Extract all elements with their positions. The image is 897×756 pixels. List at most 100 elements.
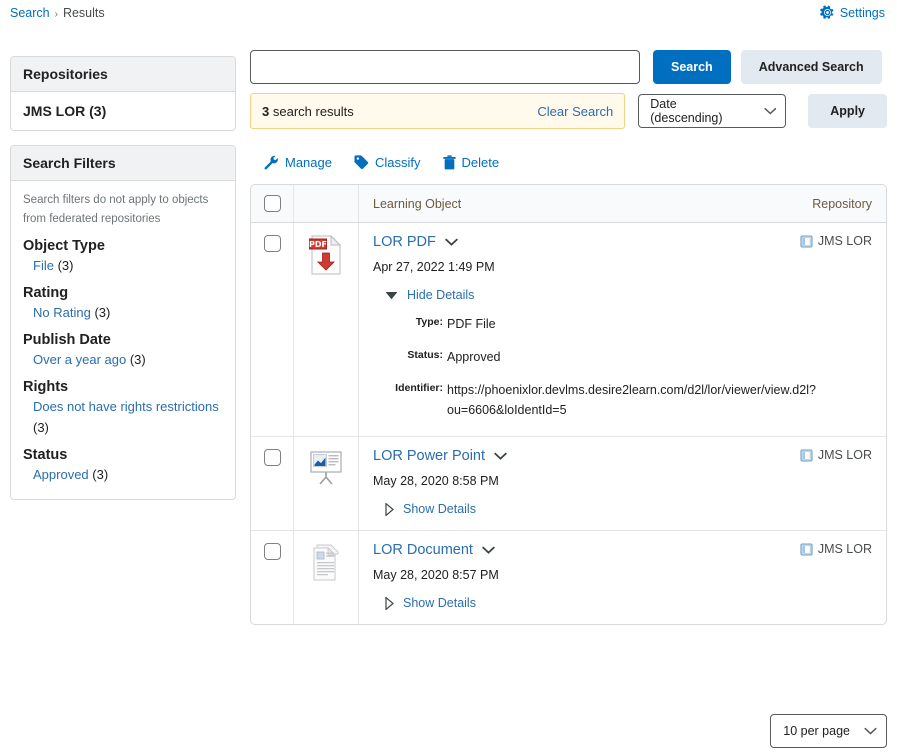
repositories-title: Repositories (11, 57, 235, 92)
filter-count-file: (3) (57, 257, 74, 273)
detail-status: Status: Approved (385, 347, 872, 367)
manage-label: Manage (285, 155, 332, 170)
results-count: 3 (262, 103, 270, 119)
row-icon-cell: PDF (294, 223, 359, 436)
filter-group-rating: Rating (23, 285, 69, 302)
apply-button[interactable]: Apply (808, 94, 887, 128)
row-icon-cell (294, 437, 359, 530)
row-select-cell (251, 223, 294, 436)
detail-type-value: PDF File (447, 317, 496, 331)
chevron-down-icon[interactable] (445, 238, 458, 247)
row-checkbox[interactable] (263, 235, 281, 252)
row-body: LOR Power Point JMS LOR May 28, 2020 8:5… (359, 437, 886, 530)
delete-button[interactable]: Delete (442, 155, 500, 170)
trash-icon (442, 155, 456, 170)
filter-link-rights-restrictions[interactable]: Does not have rights restrictions (33, 399, 219, 414)
triangle-right-icon (385, 596, 394, 610)
breadcrumb-search-link[interactable]: Search (10, 6, 50, 20)
repository-item-jms-lor[interactable]: JMS LOR (3) (11, 92, 235, 130)
detail-type-label: Type: (415, 316, 443, 328)
row-repository-label: JMS LOR (817, 234, 872, 248)
show-details-toggle[interactable]: Show Details (373, 596, 872, 610)
sort-select-value: Date (descending) (650, 97, 723, 125)
classify-button[interactable]: Classify (354, 155, 421, 170)
repository-icon (800, 448, 813, 462)
filter-count-no-rating: (3) (94, 305, 111, 321)
row-icon-cell (294, 531, 359, 624)
advanced-search-button[interactable]: Advanced Search (740, 50, 882, 84)
search-filters-panel: Search Filters Search filters do not app… (10, 145, 236, 500)
row-checkbox[interactable] (263, 543, 281, 560)
row-checkbox[interactable] (263, 449, 281, 466)
details-toggle-label: Show Details (403, 596, 476, 610)
settings-button[interactable]: Settings (819, 5, 885, 20)
filter-count-over-a-year-ago: (3) (129, 352, 146, 368)
svg-text:PDF: PDF (309, 240, 327, 249)
row-date: May 28, 2020 8:58 PM (373, 474, 499, 488)
breadcrumb-current: Results (62, 6, 105, 20)
show-details-toggle[interactable]: Show Details (373, 502, 872, 516)
search-filters-title: Search Filters (11, 146, 235, 181)
row-body: LOR PDF JMS LOR Apr 27, 2022 1:49 PM Hid… (359, 223, 886, 436)
header-learning-object: Learning Object (373, 196, 462, 211)
detail-status-value: Approved (447, 350, 501, 364)
filter-group-status: Status (23, 446, 68, 463)
chevron-down-icon (764, 107, 776, 115)
filter-option-rights-restrictions: Does not have rights restrictions (3) (23, 397, 223, 437)
per-page-value: 10 per page (783, 724, 850, 738)
delete-label: Delete (461, 155, 500, 170)
gear-icon (819, 5, 834, 19)
learning-object-title[interactable]: LOR Document (373, 542, 473, 558)
breadcrumb: Search › Results (10, 6, 105, 20)
pagination-footer: 10 per page (250, 714, 887, 748)
table-row: PDF LOR PDF JMS LOR Apr 27, 2022 1:49 PM… (251, 223, 886, 437)
pdf-file-icon: PDF (309, 235, 342, 275)
learning-object-title[interactable]: LOR PDF (373, 234, 436, 250)
search-button[interactable]: Search (653, 50, 731, 84)
row-top: LOR Document JMS LOR (373, 542, 872, 558)
learning-object-title[interactable]: LOR Power Point (373, 448, 485, 464)
filter-option-no-rating: No Rating (3) (23, 303, 223, 323)
filter-link-file[interactable]: File (33, 258, 54, 273)
triangle-down-icon (385, 291, 398, 299)
row-details: Type: PDF File Status: Approved Identifi… (373, 314, 872, 420)
row-repository: JMS LOR (800, 448, 872, 462)
row-body: LOR Document JMS LOR May 28, 2020 8:57 P… (359, 531, 886, 624)
results-label: search results (272, 103, 354, 119)
document-file-icon (313, 544, 339, 581)
row-repository: JMS LOR (800, 542, 872, 556)
repositories-panel: Repositories JMS LOR (3) (10, 56, 236, 131)
row-select-cell (251, 531, 294, 624)
hide-details-toggle[interactable]: Hide Details (373, 288, 872, 302)
powerpoint-file-icon (310, 451, 342, 485)
filter-group-publish-date: Publish Date (23, 332, 111, 349)
row-select-cell (251, 437, 294, 530)
filter-count-rights-restrictions: (3) (33, 419, 49, 435)
per-page-select[interactable]: 10 per page (770, 714, 887, 748)
chevron-down-icon[interactable] (494, 452, 507, 461)
main-content: Search Advanced Search 3 search results … (250, 50, 887, 625)
search-input[interactable] (250, 50, 640, 84)
settings-label: Settings (839, 5, 885, 20)
row-repository-label: JMS LOR (817, 448, 872, 462)
row-date: Apr 27, 2022 1:49 PM (373, 260, 495, 274)
breadcrumb-separator: › (54, 9, 58, 20)
filters-note: Search filters do not apply to objects f… (23, 194, 209, 225)
sort-select[interactable]: Date (descending) (638, 94, 787, 128)
sort-dropdown-wrapper: Date (descending) (638, 94, 787, 128)
header-icon-cell (294, 185, 359, 222)
results-banner: 3 search results Clear Search (250, 93, 626, 129)
clear-search-link[interactable]: Clear Search (537, 104, 613, 119)
results-summary-row: 3 search results Clear Search Date (desc… (250, 93, 887, 129)
filter-link-approved[interactable]: Approved (33, 467, 89, 482)
row-title-wrap: LOR Document (373, 542, 495, 558)
filter-link-no-rating[interactable]: No Rating (33, 305, 91, 320)
chevron-down-icon[interactable] (482, 546, 495, 555)
filter-link-over-a-year-ago[interactable]: Over a year ago (33, 352, 126, 367)
row-top: LOR Power Point JMS LOR (373, 448, 872, 464)
filter-option-over-a-year-ago: Over a year ago (3) (23, 350, 223, 370)
select-all-checkbox[interactable] (263, 195, 281, 212)
row-repository: JMS LOR (800, 234, 872, 248)
manage-button[interactable]: Manage (264, 155, 332, 170)
filter-group-rights: Rights (23, 379, 69, 396)
